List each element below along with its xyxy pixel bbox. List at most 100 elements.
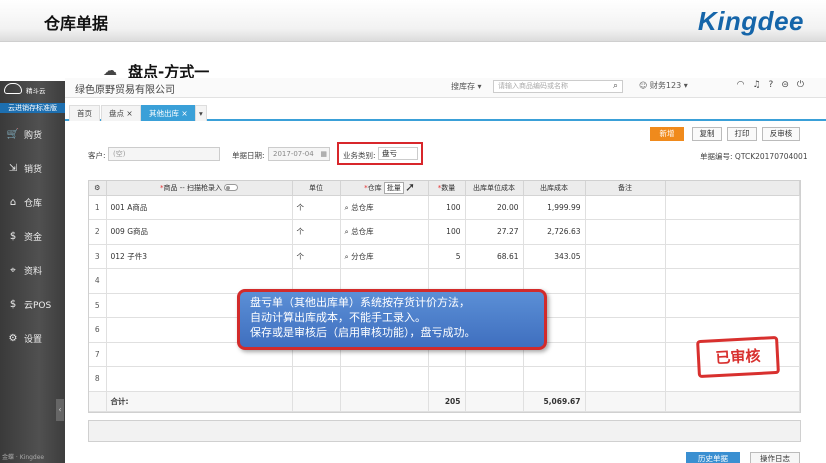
cell-remark[interactable] [585,219,666,245]
cell-warehouse[interactable] [340,366,429,392]
cell-qty[interactable]: 100 [428,195,466,220]
cell-remark[interactable] [585,293,666,318]
close-icon[interactable]: × [181,109,187,118]
cell-unit[interactable]: 个 [292,219,341,245]
slide-title: 仓库单据 [44,14,109,33]
cell-unit[interactable]: 个 [292,195,341,220]
cell-unit-cost [465,366,524,392]
table-row[interactable]: 2 009 G商品个 ⌕ 总仓库 100 27.27 2,726.63 [89,219,800,245]
cell-remark[interactable] [585,195,666,220]
settings-icon: ⚙ [8,332,18,344]
table-row[interactable]: 3 012 子件3 个 ⌕ 分仓库 5 68.61 343.05 [89,244,800,269]
search-scope-dropdown[interactable]: 搜库存 ▾ [451,81,482,92]
tab-label: 盘点 [109,109,124,118]
cell-warehouse[interactable]: ⌕ 总仓库 [340,195,429,220]
date-field[interactable]: 2017-07-04 ▦ [268,147,330,161]
cell-unit-cost: 68.61 [465,244,524,269]
cell-warehouse[interactable]: ⌕ 分仓库 [340,244,429,269]
cell-remark[interactable] [585,268,666,294]
help-icon[interactable]: ? [769,80,782,90]
total-spacer [465,391,524,412]
batch-button[interactable]: 批量 [383,181,404,194]
edition-label: 云进销存标准版 [0,103,65,113]
remarks-area[interactable] [88,420,801,442]
tab-other-outbound[interactable]: 其他出库 × [141,105,196,121]
tab-label: 首页 [77,109,92,118]
sidebar-item-label: 资金 [24,232,43,243]
cart-icon: 🛒 [6,128,20,140]
sidebar-item-4[interactable]: ⌖ 资料 [0,253,65,287]
tab-more-dropdown[interactable]: ▾ [195,105,207,121]
cell-remark[interactable] [585,244,666,269]
add-button[interactable]: 新增 [650,127,684,141]
cell-remark[interactable] [585,317,666,343]
cloud-icon: ☁ [103,63,117,79]
cell-qty[interactable]: 100 [428,219,466,245]
cell-product[interactable] [106,366,293,392]
cell-warehouse[interactable]: ⌕ 总仓库 [340,219,429,245]
sidebar-item-6[interactable]: ⚙ 设置 [0,321,65,355]
sidebar-item-2[interactable]: ⌂ 仓库 [0,185,65,219]
warehouse-value: 分仓库 [351,251,374,261]
biz-type-field[interactable]: 盘亏 [378,147,418,160]
sales-icon: ⇲ [8,162,18,174]
search-input[interactable]: 请输入商品编码或名称 [493,80,623,93]
col-unit-cost: 出库单位成本 [465,181,524,196]
table-row[interactable]: 1 001 A商品个 ⌕ 总仓库 100 20.00 1,999.99 [89,195,800,220]
log-button[interactable]: 操作日志 [750,452,800,463]
sidebar-item-5[interactable]: $ 云POS [0,287,65,321]
biz-type-label: 业务类别: [343,151,376,160]
search-icon[interactable]: ⌕ [345,227,349,236]
user-menu[interactable]: ☺ 财务123 ▾ [639,80,688,91]
history-button[interactable]: 历史单据 [686,452,740,463]
search-icon[interactable]: ⌕ [613,81,618,91]
search-icon[interactable]: ⌕ [345,203,349,212]
print-button[interactable]: 打印 [727,127,757,141]
tab-home[interactable]: 首页 [69,105,100,121]
total-label: 合计: [106,391,293,412]
top-icons: ◠♫?⊝⏻ [737,80,812,90]
sidebar-item-1[interactable]: ⇲ 销货 [0,151,65,185]
settings-icon[interactable]: ⚙ [89,181,107,196]
app-sidebar: 精斗云 云进销存标准版 🛒 购货 ⇲ 销货 ⌂ 仓库 $ 资金 ⌖ 资料 $ 云POS ⚙ 设置 ‹ 金蝶… [0,81,65,463]
tab-stocktake[interactable]: 盘点 × [101,105,141,121]
total-row: 合计: 205 5,069.67 [89,391,800,412]
cell-cost: 2,726.63 [523,219,586,245]
cell-product[interactable]: 012 子件3 [106,244,293,269]
app-logo: 精斗云 [0,81,65,103]
sidebar-collapse-button[interactable]: ‹ [56,399,64,421]
back-icon[interactable]: ⊝ [781,80,797,90]
cell-qty[interactable] [428,366,466,392]
sidebar-item-3[interactable]: $ 资金 [0,219,65,253]
slide-header: 仓库单据 Kingdee [0,0,826,42]
headset-icon[interactable]: ◠ [737,80,753,90]
customer-label: 客户: [88,151,106,160]
app-topbar: 绿色原野贸易有限公司 搜库存 ▾ 请输入商品编码或名称 ⌕ ☺ 财务123 ▾ … [65,78,826,98]
cell-unit[interactable]: 个 [292,244,341,269]
col-cost: 出库成本 [523,181,586,196]
col-qty: *数量 [428,181,466,196]
search-icon[interactable]: ⌕ [345,252,349,261]
row-index: 2 [89,219,107,245]
cell-remark[interactable] [585,342,666,367]
customer-field[interactable]: (空) [108,147,220,161]
cell-product[interactable]: 001 A商品 [106,195,293,220]
user-name: 财务123 [649,81,682,90]
cell-product[interactable]: 009 G商品 [106,219,293,245]
copy-button[interactable]: 复制 [692,127,722,141]
close-icon[interactable]: × [126,109,132,118]
sidebar-item-label: 设置 [24,334,43,345]
sidebar-item-label: 销货 [24,164,43,175]
sidebar-item-0[interactable]: 🛒 购货 [0,117,65,151]
cell-remark[interactable] [585,366,666,392]
calendar-icon[interactable]: ▦ [320,148,327,160]
table-row[interactable]: 8 [89,366,800,392]
unaudit-button[interactable]: 反审核 [762,127,800,141]
pos-icon: $ [9,298,17,310]
audited-stamp: 已审核 [696,335,780,379]
notification-icon[interactable]: ♫ [752,80,768,90]
cell-unit[interactable] [292,366,341,392]
scanner-toggle[interactable] [224,184,238,192]
power-icon[interactable]: ⏻ [797,80,812,90]
cell-qty[interactable]: 5 [428,244,466,269]
